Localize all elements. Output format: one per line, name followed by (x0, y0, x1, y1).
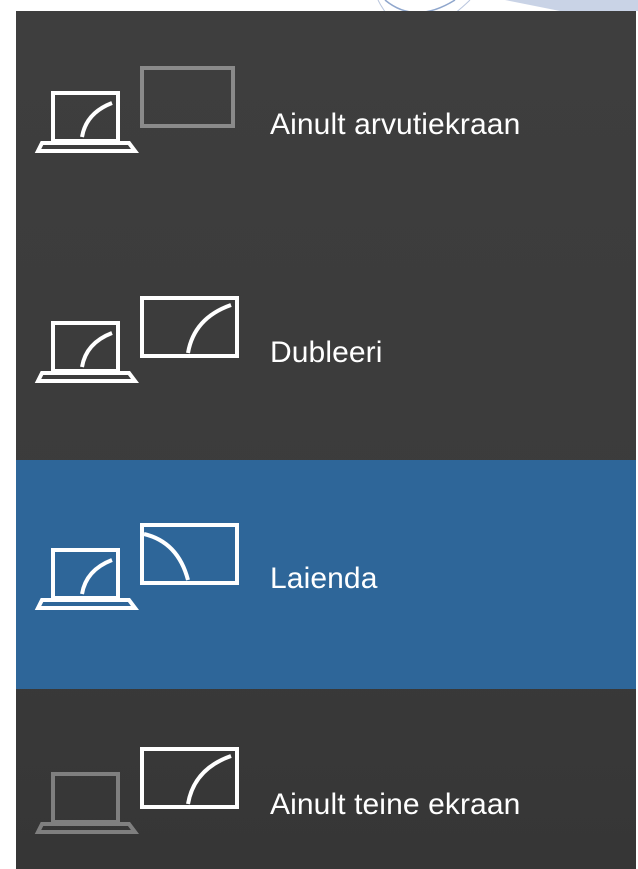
option-label: Ainult arvutiekraan (270, 108, 521, 141)
option-label: Laienda (270, 562, 378, 595)
second-screen-only-icon (34, 744, 248, 839)
extend-icon (34, 520, 248, 615)
option-pc-screen-only[interactable]: Ainult arvutiekraan (16, 11, 636, 235)
project-display-panel: Ainult arvutiekraan Dubleeri Laienda Ain… (16, 11, 636, 869)
option-label: Ainult teine ekraan (270, 788, 521, 821)
pc-screen-only-icon (34, 63, 248, 158)
duplicate-icon (34, 293, 248, 388)
screenshot-frame: Ainult arvutiekraan Dubleeri Laienda Ain… (0, 0, 638, 869)
option-duplicate[interactable]: Dubleeri (16, 235, 636, 460)
option-label: Dubleeri (270, 336, 383, 369)
option-second-screen-only[interactable]: Ainult teine ekraan (16, 689, 636, 869)
option-extend[interactable]: Laienda (16, 460, 636, 689)
